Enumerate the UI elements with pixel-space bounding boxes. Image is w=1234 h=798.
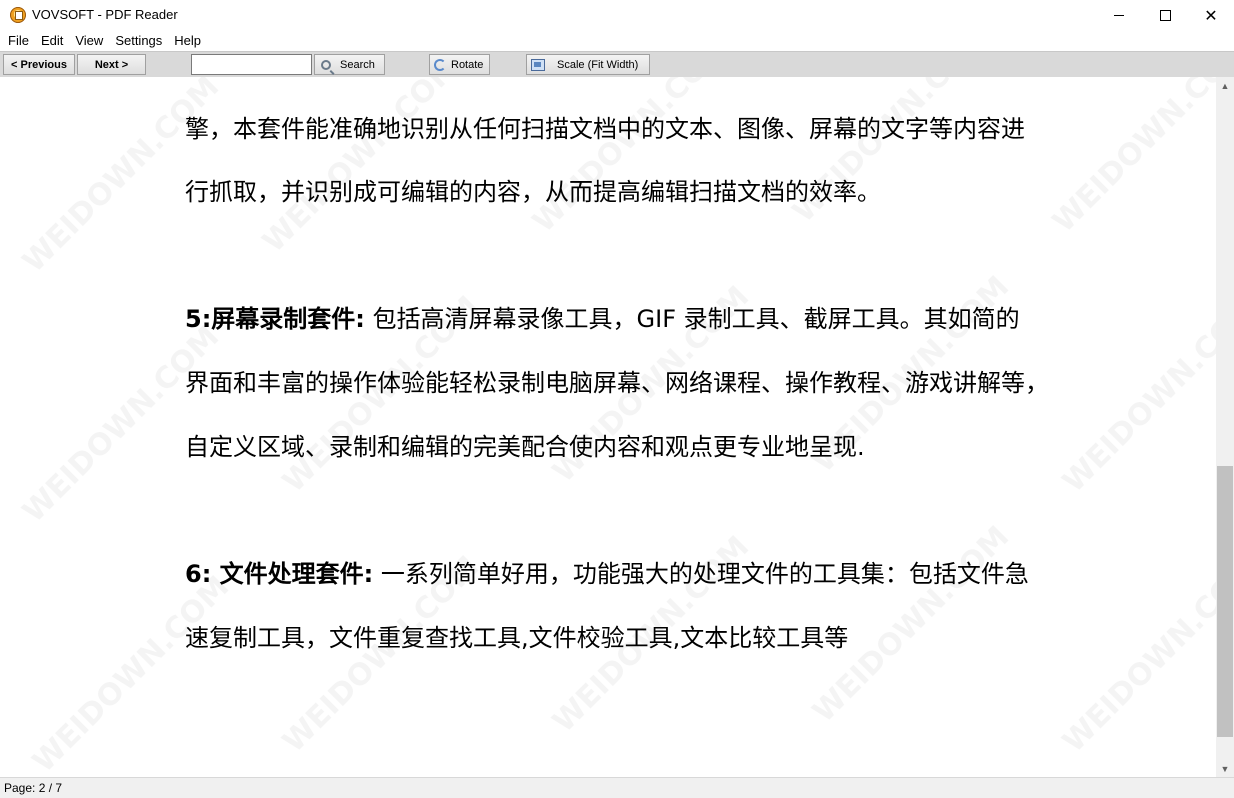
- scale-button-label: Scale (Fit Width): [557, 58, 639, 71]
- document-text-line: 行抓取，并识别成可编辑的内容，从而提高编辑扫描文档的效率。: [185, 178, 881, 206]
- maximize-icon: [1159, 10, 1171, 21]
- watermark-text: WEIDOWN.COM: [256, 77, 466, 260]
- vertical-scrollbar[interactable]: ▲ ▼: [1216, 77, 1234, 777]
- section-heading: 6: 文件处理套件:: [185, 560, 374, 588]
- document-text-line: 界面和丰富的操作体验能轻松录制电脑屏幕、网络课程、操作教程、游戏讲解等，: [185, 369, 1049, 397]
- status-bar: Page: 2 / 7: [0, 777, 1234, 798]
- document-text-line: 自定义区域、录制和编辑的完美配合使内容和观点更专业地呈现.: [185, 433, 865, 461]
- rotate-button-label: Rotate: [451, 58, 484, 71]
- previous-page-button[interactable]: < Previous: [3, 54, 75, 75]
- document-viewport[interactable]: WEIDOWN.COM WEIDOWN.COM WEIDOWN.COM WEID…: [0, 77, 1216, 777]
- title-bar[interactable]: VOVSOFT - PDF Reader ✕: [0, 0, 1234, 31]
- scale-icon: [531, 58, 545, 71]
- next-page-button[interactable]: Next >: [77, 54, 146, 75]
- chevron-down-icon: ▼: [1220, 763, 1230, 774]
- watermark-text: WEIDOWN.COM: [26, 569, 236, 777]
- menu-help[interactable]: Help: [168, 31, 207, 51]
- scale-button[interactable]: Scale (Fit Width): [526, 54, 650, 75]
- menu-settings[interactable]: Settings: [109, 31, 168, 51]
- window-title: VOVSOFT - PDF Reader: [32, 7, 178, 22]
- rotate-button[interactable]: Rotate: [429, 54, 490, 75]
- minimize-icon: [1114, 15, 1124, 16]
- scroll-down-button[interactable]: ▼: [1216, 760, 1234, 777]
- watermark-text: WEIDOWN.COM: [1056, 549, 1216, 759]
- document-text-line: 5:屏幕录制套件: 包括高清屏幕录像工具，GIF 录制工具、截屏工具。其如简的: [185, 305, 1020, 333]
- watermark-text: WEIDOWN.COM: [526, 77, 736, 240]
- watermark-text: WEIDOWN.COM: [16, 319, 226, 529]
- section-heading: 5:屏幕录制套件:: [185, 305, 365, 333]
- rotate-icon: [434, 58, 446, 71]
- close-icon: ✕: [1204, 5, 1218, 25]
- watermark-text: WEIDOWN.COM: [1046, 77, 1216, 240]
- search-button[interactable]: Search: [314, 54, 385, 75]
- page-indicator: Page: 2 / 7: [4, 781, 63, 795]
- minimize-button[interactable]: [1096, 0, 1142, 31]
- app-window: VOVSOFT - PDF Reader ✕ File Edit View Se…: [0, 0, 1234, 798]
- menu-edit[interactable]: Edit: [35, 31, 69, 51]
- document-text-line: 6: 文件处理套件: 一系列简单好用，功能强大的处理文件的工具集：包括文件急: [185, 560, 1029, 588]
- chevron-up-icon: ▲: [1220, 80, 1230, 91]
- search-icon: [321, 59, 331, 70]
- close-button[interactable]: ✕: [1188, 0, 1234, 31]
- menu-view[interactable]: View: [69, 31, 109, 51]
- maximize-button[interactable]: [1142, 0, 1188, 31]
- toolbar: < Previous Next > Search Rotate Scale (F…: [0, 51, 1234, 78]
- menu-file[interactable]: File: [0, 31, 35, 51]
- document-text-line: 速复制工具，文件重复查找工具,文件校验工具,文本比较工具等: [185, 624, 849, 652]
- menu-bar: File Edit View Settings Help: [0, 31, 1234, 51]
- document-text-line: 擎，本套件能准确地识别从任何扫描文档中的文本、图像、屏幕的文字等内容进: [185, 115, 1025, 143]
- scroll-up-button[interactable]: ▲: [1216, 77, 1234, 94]
- scroll-thumb[interactable]: [1217, 466, 1233, 737]
- search-button-label: Search: [340, 58, 375, 71]
- watermark-text: WEIDOWN.COM: [1056, 289, 1216, 499]
- app-icon: [10, 7, 26, 23]
- search-input[interactable]: [191, 54, 312, 75]
